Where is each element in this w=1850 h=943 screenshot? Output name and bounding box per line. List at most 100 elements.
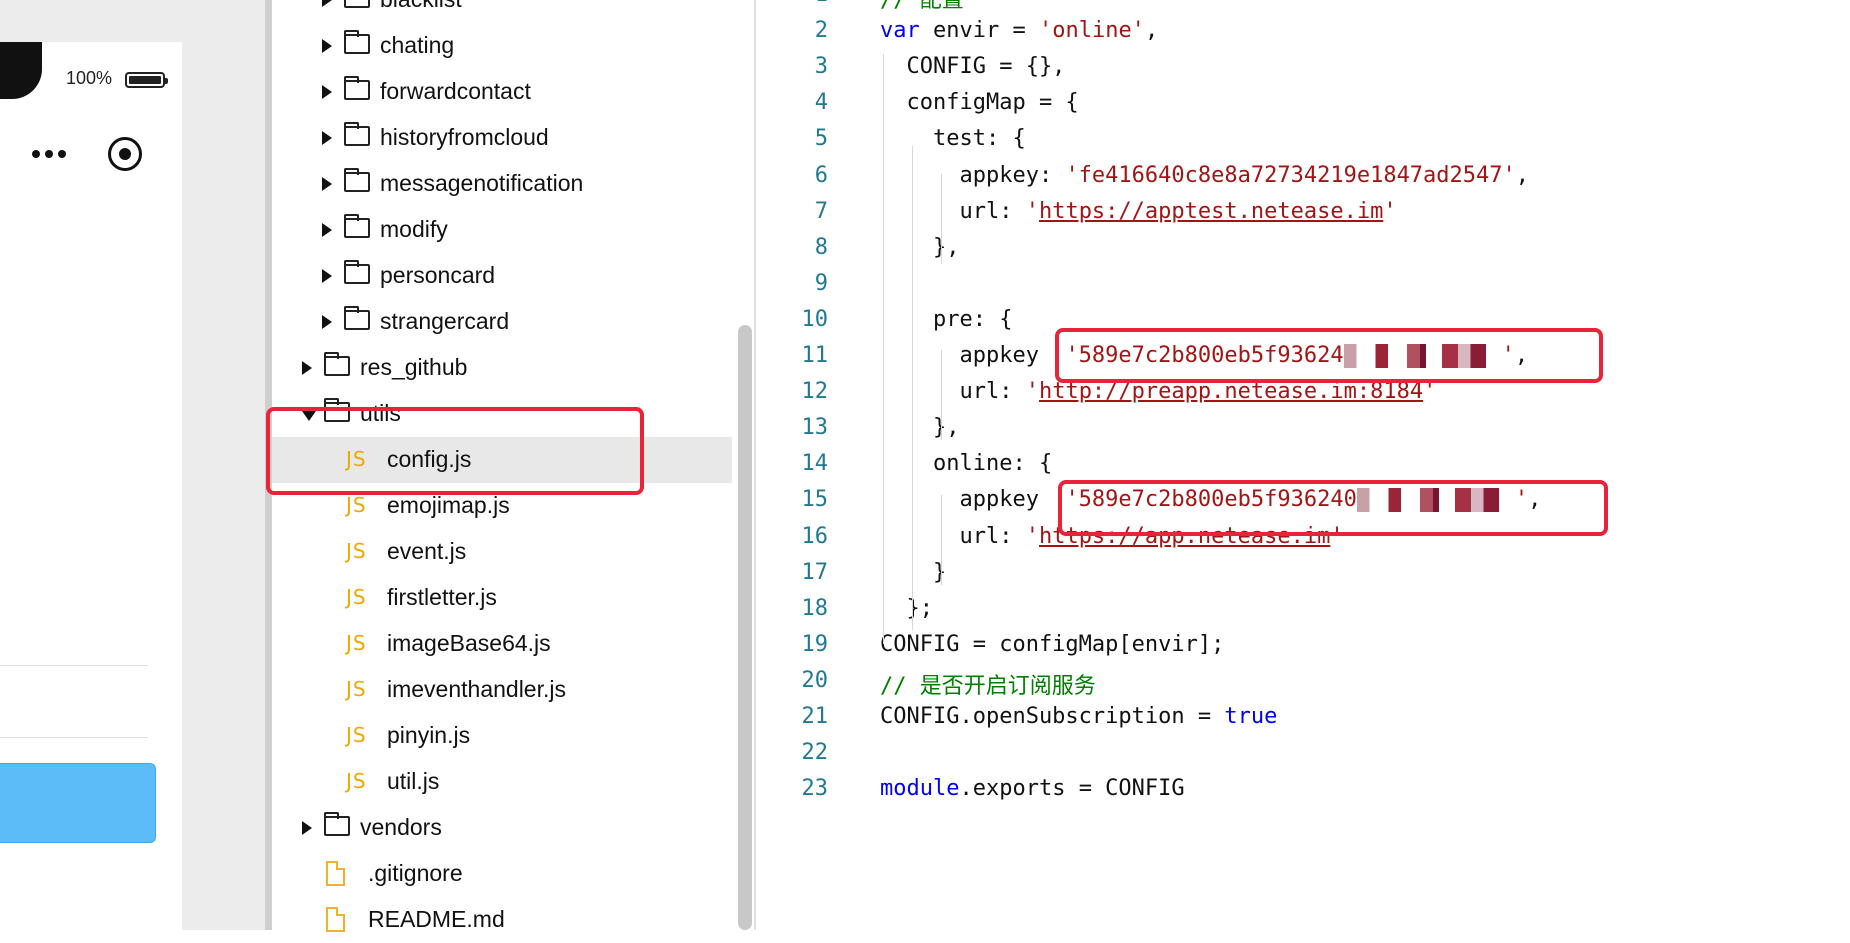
tree-item[interactable]: JS event.js (272, 529, 732, 575)
code-editor[interactable]: 1 // 配置 2 var envir = 'online', 3 CONFIG = {… (756, 0, 1850, 930)
chevron-right-icon[interactable] (322, 177, 332, 191)
indent-guide (912, 146, 913, 630)
folder-icon (344, 168, 370, 192)
chevron-right-icon[interactable] (302, 821, 312, 835)
primary-button[interactable] (0, 763, 156, 843)
line-number: 13 (801, 415, 829, 441)
code-text: online: { (880, 451, 1052, 476)
code-line[interactable]: 5 test: { (756, 126, 1850, 162)
tree-item[interactable]: README.md (272, 897, 732, 943)
line-number: 2 (814, 18, 828, 44)
line-number: 6 (814, 162, 828, 188)
code-text: var envir = 'online', (880, 18, 1158, 43)
code-token: true (1224, 704, 1278, 729)
tree-item[interactable]: forwardcontact (272, 69, 732, 115)
code-line[interactable]: 4 configMap = { (756, 90, 1850, 126)
code-token: }; (880, 595, 933, 621)
code-line[interactable]: 18 }; (756, 596, 1850, 632)
indent-guide (941, 495, 942, 585)
code-line[interactable]: 2 var envir = 'online', (756, 18, 1850, 54)
folder-icon (344, 260, 370, 284)
code-line[interactable]: 20 // 是否开启订阅服务 (756, 668, 1850, 704)
code-token: // 是否开启订阅服务 (880, 673, 1096, 699)
tree-item[interactable]: messagenotification (272, 161, 732, 207)
code-line[interactable]: 13 }, (756, 415, 1850, 451)
code-line[interactable]: 21 CONFIG.openSubscription = true (756, 704, 1850, 740)
code-token: url: (880, 198, 1026, 224)
chevron-right-icon[interactable] (322, 315, 332, 329)
chevron-right-icon[interactable] (302, 361, 312, 375)
line-number: 8 (814, 234, 828, 260)
line-number: 3 (814, 54, 828, 80)
code-line[interactable]: 23 module.exports = CONFIG (756, 776, 1850, 812)
code-line[interactable]: 7 url: 'https://apptest.netease.im' (756, 199, 1850, 235)
js-file-icon: JS (346, 493, 367, 517)
tree-item-label: imageBase64.js (387, 630, 551, 656)
battery-percentage: 100% (66, 68, 113, 88)
tree-item-label: event.js (387, 538, 467, 564)
code-line[interactable]: 3 CONFIG = {}, (756, 54, 1850, 90)
code-text: // 配置 (880, 0, 964, 14)
code-text: configMap = { (880, 90, 1078, 115)
line-number: 22 (801, 740, 829, 766)
line-number: 18 (801, 595, 829, 621)
code-line[interactable]: 8 }, (756, 235, 1850, 271)
code-line[interactable]: 19 CONFIG = configMap[envir]; (756, 632, 1850, 668)
tree-item[interactable]: modify (272, 207, 732, 253)
code-token: online: { (880, 451, 1053, 477)
line-number: 21 (801, 704, 829, 729)
highlight-box-config-file (266, 407, 644, 495)
chevron-right-icon[interactable] (322, 131, 332, 145)
chevron-right-icon[interactable] (322, 223, 332, 237)
tree-item[interactable]: JS pinyin.js (272, 713, 732, 759)
chevron-right-icon[interactable] (322, 39, 332, 53)
code-token: appkey (880, 343, 1066, 368)
tree-item[interactable]: res_github (272, 345, 732, 391)
code-line[interactable]: 1 // 配置 (756, 0, 1850, 18)
tree-item[interactable]: JS imageBase64.js (272, 621, 732, 667)
js-file-icon: JS (346, 769, 367, 793)
file-icon (326, 861, 345, 886)
code-token: test: { (880, 126, 1026, 152)
chevron-right-icon[interactable] (322, 0, 332, 7)
highlight-box-pre-appkey (1055, 328, 1603, 383)
folder-icon (344, 306, 370, 330)
file-icon (326, 907, 345, 932)
code-text: }, (880, 415, 960, 440)
tree-item-label: forwardcontact (380, 78, 531, 104)
line-number: 23 (801, 776, 829, 802)
tree-item[interactable]: JS firstletter.js (272, 575, 732, 621)
code-line[interactable]: 12 url: 'http://preapp.netease.im:8184' (756, 379, 1850, 415)
tree-item[interactable]: strangercard (272, 299, 732, 345)
tree-item[interactable]: chating (272, 23, 732, 69)
code-token: CONFIG = {}, (880, 54, 1066, 80)
code-text: CONFIG = configMap[envir]; (880, 632, 1224, 657)
code-token: // 配置 (880, 0, 964, 13)
tree-item[interactable]: personcard (272, 253, 732, 299)
js-file-icon: JS (346, 539, 367, 563)
line-number: 1 (756, 0, 828, 7)
more-icon[interactable] (32, 148, 72, 160)
tree-item[interactable]: JS imeventhandler.js (272, 667, 732, 713)
chevron-right-icon[interactable] (322, 269, 332, 283)
tree-item-label: historyfromcloud (380, 124, 549, 150)
code-token: } (880, 559, 947, 585)
code-line[interactable]: 9 (756, 271, 1850, 307)
code-line[interactable]: 17 } (756, 560, 1850, 596)
folder-icon (324, 352, 350, 376)
tree-item[interactable]: JS util.js (272, 759, 732, 805)
code-token: CONFIG = configMap[envir]; (880, 631, 1225, 657)
chevron-right-icon[interactable] (322, 85, 332, 99)
code-token: 'online' (1038, 18, 1145, 44)
close-capsule-icon[interactable] (108, 137, 142, 171)
tree-item[interactable]: .gitignore (272, 851, 732, 897)
tree-item[interactable]: historyfromcloud (272, 115, 732, 161)
code-line[interactable]: 6 appkey: 'fe416640c8e8a72734219e1847ad2… (756, 163, 1850, 199)
code-line[interactable]: 22 (756, 740, 1850, 776)
tree-item[interactable]: vendors (272, 805, 732, 851)
tree-item-label: chating (380, 32, 455, 58)
tree-item-label: strangercard (380, 308, 510, 334)
explorer-scrollbar[interactable] (738, 325, 752, 930)
js-file-icon: JS (346, 677, 367, 701)
tree-item[interactable]: blacklist (272, 0, 732, 23)
